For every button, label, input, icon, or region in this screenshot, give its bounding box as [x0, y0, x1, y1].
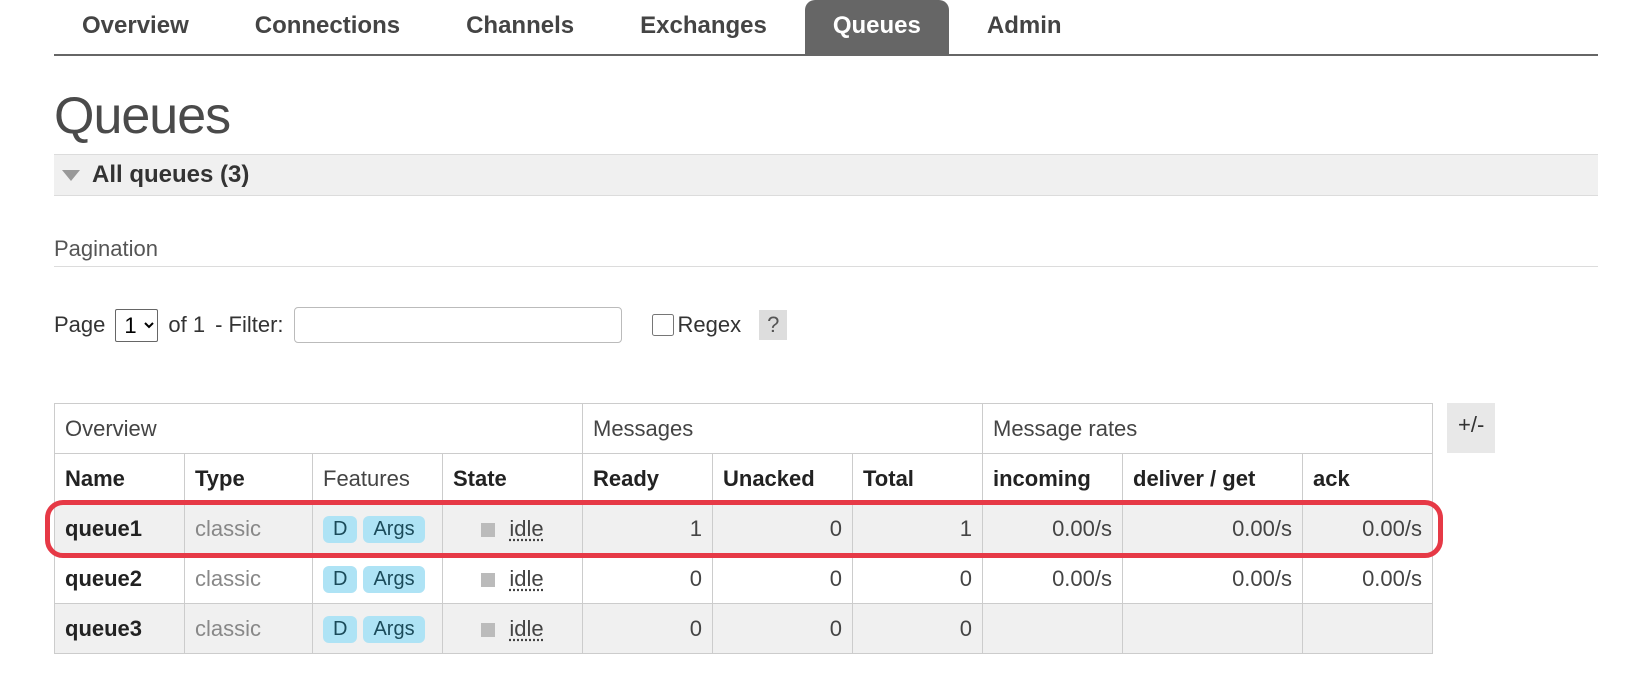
queues-table: Overview Messages Message rates Name Typ…: [54, 403, 1433, 654]
feature-badge: D: [323, 516, 357, 543]
queue-type: classic: [185, 604, 313, 654]
tab-admin[interactable]: Admin: [959, 0, 1090, 54]
group-header-overview: Overview: [55, 404, 583, 454]
table-row: queue1classicDArgsidle1010.00/s0.00/s0.0…: [55, 504, 1433, 554]
queue-features: DArgs: [313, 504, 443, 554]
state-text: idle: [509, 516, 543, 541]
col-features[interactable]: Features: [313, 454, 443, 504]
col-type[interactable]: Type: [185, 454, 313, 504]
queue-unacked: 0: [713, 554, 853, 604]
col-ready[interactable]: Ready: [583, 454, 713, 504]
queues-table-wrap: Overview Messages Message rates Name Typ…: [54, 403, 1598, 654]
queue-ready: 0: [583, 554, 713, 604]
queue-ready: 1: [583, 504, 713, 554]
group-header-messages: Messages: [583, 404, 983, 454]
columns-toggle-button[interactable]: +/-: [1447, 403, 1495, 453]
state-dot-icon: [481, 523, 495, 537]
filter-label: - Filter:: [215, 312, 283, 338]
queue-deliver: 0.00/s: [1123, 504, 1303, 554]
queue-incoming: 0.00/s: [983, 504, 1123, 554]
group-header-rates: Message rates: [983, 404, 1433, 454]
col-total[interactable]: Total: [853, 454, 983, 504]
pagination-controls: Page 1 of 1 - Filter: Regex ?: [54, 307, 1598, 343]
feature-badge: Args: [363, 616, 424, 643]
col-unacked[interactable]: Unacked: [713, 454, 853, 504]
queue-name-link[interactable]: queue1: [55, 504, 185, 554]
queue-total: 0: [853, 554, 983, 604]
col-deliver[interactable]: deliver / get: [1123, 454, 1303, 504]
queue-state: idle: [443, 554, 583, 604]
queue-ack: [1303, 604, 1433, 654]
tab-exchanges[interactable]: Exchanges: [612, 0, 795, 54]
feature-badge: D: [323, 566, 357, 593]
feature-badge: Args: [363, 566, 424, 593]
chevron-down-icon: [62, 170, 80, 181]
queue-incoming: [983, 604, 1123, 654]
pagination-legend: Pagination: [54, 236, 1598, 267]
col-ack[interactable]: ack: [1303, 454, 1433, 504]
queue-features: DArgs: [313, 554, 443, 604]
queue-unacked: 0: [713, 504, 853, 554]
page-title: Queues: [54, 86, 1598, 146]
queue-type: classic: [185, 554, 313, 604]
regex-checkbox[interactable]: [652, 314, 674, 336]
filter-input[interactable]: [294, 307, 622, 343]
regex-help-button[interactable]: ?: [759, 310, 787, 340]
tab-channels[interactable]: Channels: [438, 0, 602, 54]
queue-ack: 0.00/s: [1303, 554, 1433, 604]
queue-deliver: [1123, 604, 1303, 654]
queue-ready: 0: [583, 604, 713, 654]
tab-queues[interactable]: Queues: [805, 0, 949, 54]
page-of-label: of 1: [168, 312, 205, 338]
state-dot-icon: [481, 573, 495, 587]
state-dot-icon: [481, 623, 495, 637]
table-row: queue3classicDArgsidle000: [55, 604, 1433, 654]
page-label: Page: [54, 312, 105, 338]
col-incoming[interactable]: incoming: [983, 454, 1123, 504]
queue-incoming: 0.00/s: [983, 554, 1123, 604]
state-text: idle: [509, 566, 543, 591]
queue-total: 0: [853, 604, 983, 654]
queue-name-link[interactable]: queue3: [55, 604, 185, 654]
queue-unacked: 0: [713, 604, 853, 654]
page-select[interactable]: 1: [115, 309, 158, 342]
queue-deliver: 0.00/s: [1123, 554, 1303, 604]
all-queues-toggle[interactable]: All queues (3): [54, 154, 1598, 196]
tab-overview[interactable]: Overview: [54, 0, 217, 54]
table-row: queue2classicDArgsidle0000.00/s0.00/s0.0…: [55, 554, 1433, 604]
feature-badge: Args: [363, 516, 424, 543]
queue-type: classic: [185, 504, 313, 554]
queue-name-link[interactable]: queue2: [55, 554, 185, 604]
col-state[interactable]: State: [443, 454, 583, 504]
queue-state: idle: [443, 604, 583, 654]
queue-total: 1: [853, 504, 983, 554]
main-tabs: OverviewConnectionsChannelsExchangesQueu…: [54, 0, 1598, 56]
regex-label: Regex: [678, 312, 742, 338]
queue-state: idle: [443, 504, 583, 554]
queue-ack: 0.00/s: [1303, 504, 1433, 554]
state-text: idle: [509, 616, 543, 641]
col-name[interactable]: Name: [55, 454, 185, 504]
tab-connections[interactable]: Connections: [227, 0, 428, 54]
all-queues-label: All queues (3): [92, 161, 249, 189]
feature-badge: D: [323, 616, 357, 643]
queue-features: DArgs: [313, 604, 443, 654]
